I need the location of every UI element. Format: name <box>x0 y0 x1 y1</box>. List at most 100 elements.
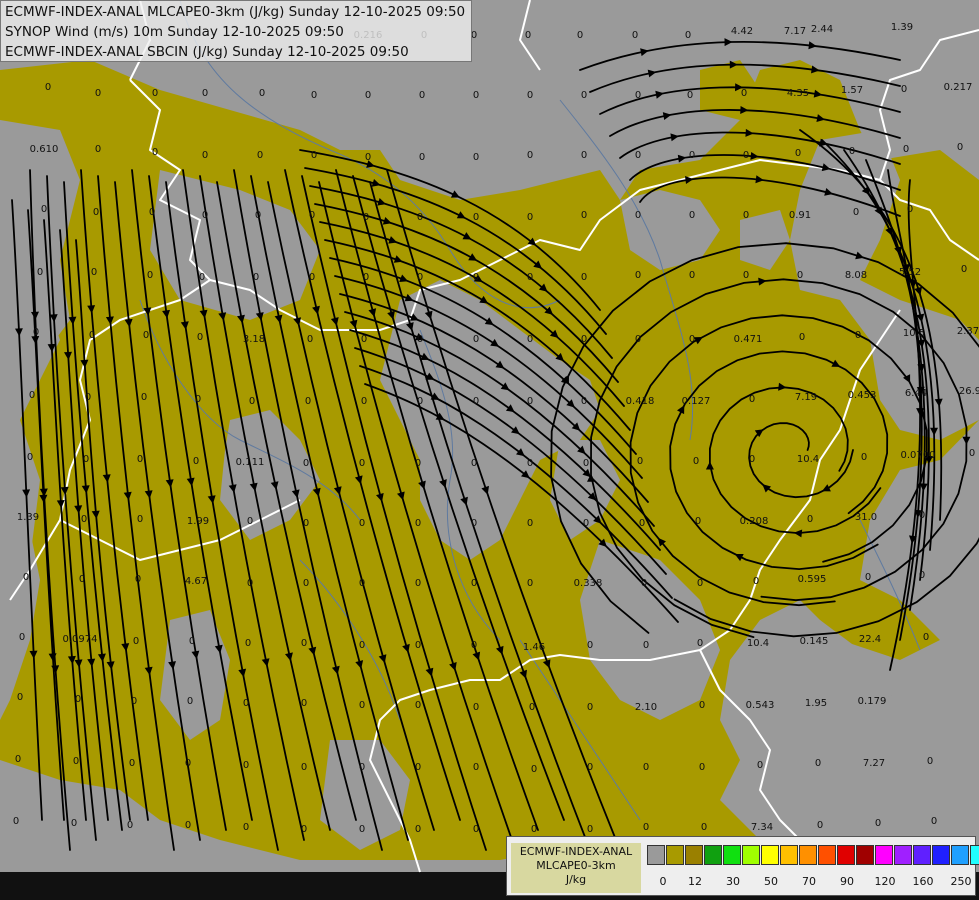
legend-ticks: 01230507090120160250400 <box>647 875 977 889</box>
value-label: 0.338 <box>574 578 603 589</box>
value-label: 0 <box>471 518 477 529</box>
value-label: 0 <box>187 696 193 707</box>
legend-swatch <box>837 845 855 865</box>
value-label: 0.453 <box>848 390 877 401</box>
value-label: 0 <box>969 448 975 459</box>
value-label: 0 <box>581 210 587 221</box>
value-label: 10.5 <box>903 328 925 339</box>
legend-title: ECMWF-INDEX-ANAL MLCAPE0-3km J/kg <box>511 843 641 893</box>
header-line-cape: ECMWF-INDEX-ANAL MLCAPE0-3km (J/kg) Sund… <box>5 4 466 20</box>
value-label: 0 <box>133 636 139 647</box>
value-label: 0 <box>527 150 533 161</box>
value-label: 0 <box>635 90 641 101</box>
value-label: 0 <box>301 638 307 649</box>
weather-map[interactable]: 4.427.172.441.390.2160000004.351.5700.21… <box>0 0 979 900</box>
value-label: 0 <box>637 456 643 467</box>
value-label: 0 <box>927 756 933 767</box>
value-label: 0 <box>795 148 801 159</box>
value-label: 0 <box>919 510 925 521</box>
value-label: 0 <box>749 454 755 465</box>
value-label: 0 <box>471 458 477 469</box>
value-label: 0 <box>127 820 133 831</box>
value-label: 22.4 <box>859 634 881 645</box>
value-label: 0 <box>363 212 369 223</box>
value-label: 0 <box>577 30 583 41</box>
value-label: 0 <box>195 394 201 405</box>
legend-swatch <box>780 845 798 865</box>
legend-swatch <box>723 845 741 865</box>
value-label: 0 <box>197 332 203 343</box>
value-label: 0 <box>131 696 137 707</box>
value-label: 0.595 <box>798 574 827 585</box>
value-label: 0 <box>417 334 423 345</box>
value-label: 0 <box>247 578 253 589</box>
value-label: 7.17 <box>784 26 806 37</box>
value-label: 0 <box>689 334 695 345</box>
value-label: 2.44 <box>811 24 833 35</box>
value-label: 2.10 <box>635 702 657 713</box>
value-label: 10.4 <box>747 638 769 649</box>
header-line-cin: ECMWF-INDEX-ANAL SBCIN (J/kg) Sunday 12-… <box>5 44 409 60</box>
value-label: 0 <box>29 390 35 401</box>
legend-swatches <box>647 845 979 865</box>
value-label: 0 <box>527 272 533 283</box>
value-label: 0 <box>259 88 265 99</box>
value-label: 0 <box>527 458 533 469</box>
map-view[interactable]: 4.427.172.441.390.2160000004.351.5700.21… <box>0 0 979 900</box>
legend-tick-label: 160 <box>912 875 934 888</box>
value-label: 0 <box>301 698 307 709</box>
value-label: 0 <box>202 150 208 161</box>
value-label: 0 <box>635 210 641 221</box>
value-label: 0 <box>473 396 479 407</box>
value-label: 0 <box>415 700 421 711</box>
value-label: 0 <box>359 700 365 711</box>
value-label: 0 <box>415 518 421 529</box>
value-label: 0 <box>473 152 479 163</box>
legend-tick-label: 0 <box>659 875 667 888</box>
value-label: 0 <box>415 762 421 773</box>
value-label: 0 <box>743 210 749 221</box>
value-label: 0 <box>255 210 261 221</box>
legend-title-model: ECMWF-INDEX-ANAL <box>519 845 633 858</box>
value-label: 0 <box>359 762 365 773</box>
value-label: 0 <box>527 518 533 529</box>
value-label: 0 <box>757 760 763 771</box>
value-label: 0 <box>957 142 963 153</box>
value-label: 0 <box>185 758 191 769</box>
value-label: 0.217 <box>944 82 973 93</box>
header-line-wind: SYNOP Wind (m/s) 10m Sunday 12-10-2025 0… <box>5 24 344 40</box>
value-label: 0 <box>129 758 135 769</box>
value-label: 0 <box>243 822 249 833</box>
value-label: 0 <box>45 82 51 93</box>
value-label: 0.0974 <box>63 634 98 645</box>
value-label: 0 <box>13 816 19 827</box>
value-label: 0 <box>583 458 589 469</box>
value-label: 0 <box>855 330 861 341</box>
value-label: 0 <box>527 578 533 589</box>
value-label: 0 <box>587 824 593 835</box>
value-label: 0 <box>531 824 537 835</box>
value-label: 0 <box>359 640 365 651</box>
value-label: 0.91 <box>789 210 811 221</box>
value-label: 0 <box>632 30 638 41</box>
value-label: 0 <box>307 334 313 345</box>
value-label: 0 <box>417 396 423 407</box>
value-label: 0 <box>865 572 871 583</box>
value-label: 0 <box>417 272 423 283</box>
value-label: 0 <box>149 207 155 218</box>
value-label: 0 <box>875 818 881 829</box>
value-label: 0 <box>415 640 421 651</box>
value-label: 0 <box>91 267 97 278</box>
value-label: 0 <box>309 272 315 283</box>
value-label: 0 <box>697 638 703 649</box>
value-label: 0 <box>753 576 759 587</box>
value-label: 0 <box>81 514 87 525</box>
value-label: 0 <box>741 88 747 99</box>
value-label: 0 <box>815 758 821 769</box>
value-label: 0 <box>152 88 158 99</box>
value-label: 6.44 <box>905 388 927 399</box>
legend-tick-label: 30 <box>726 875 740 888</box>
value-label: 0 <box>253 272 259 283</box>
value-label: 0 <box>363 272 369 283</box>
value-label: 0 <box>245 638 251 649</box>
